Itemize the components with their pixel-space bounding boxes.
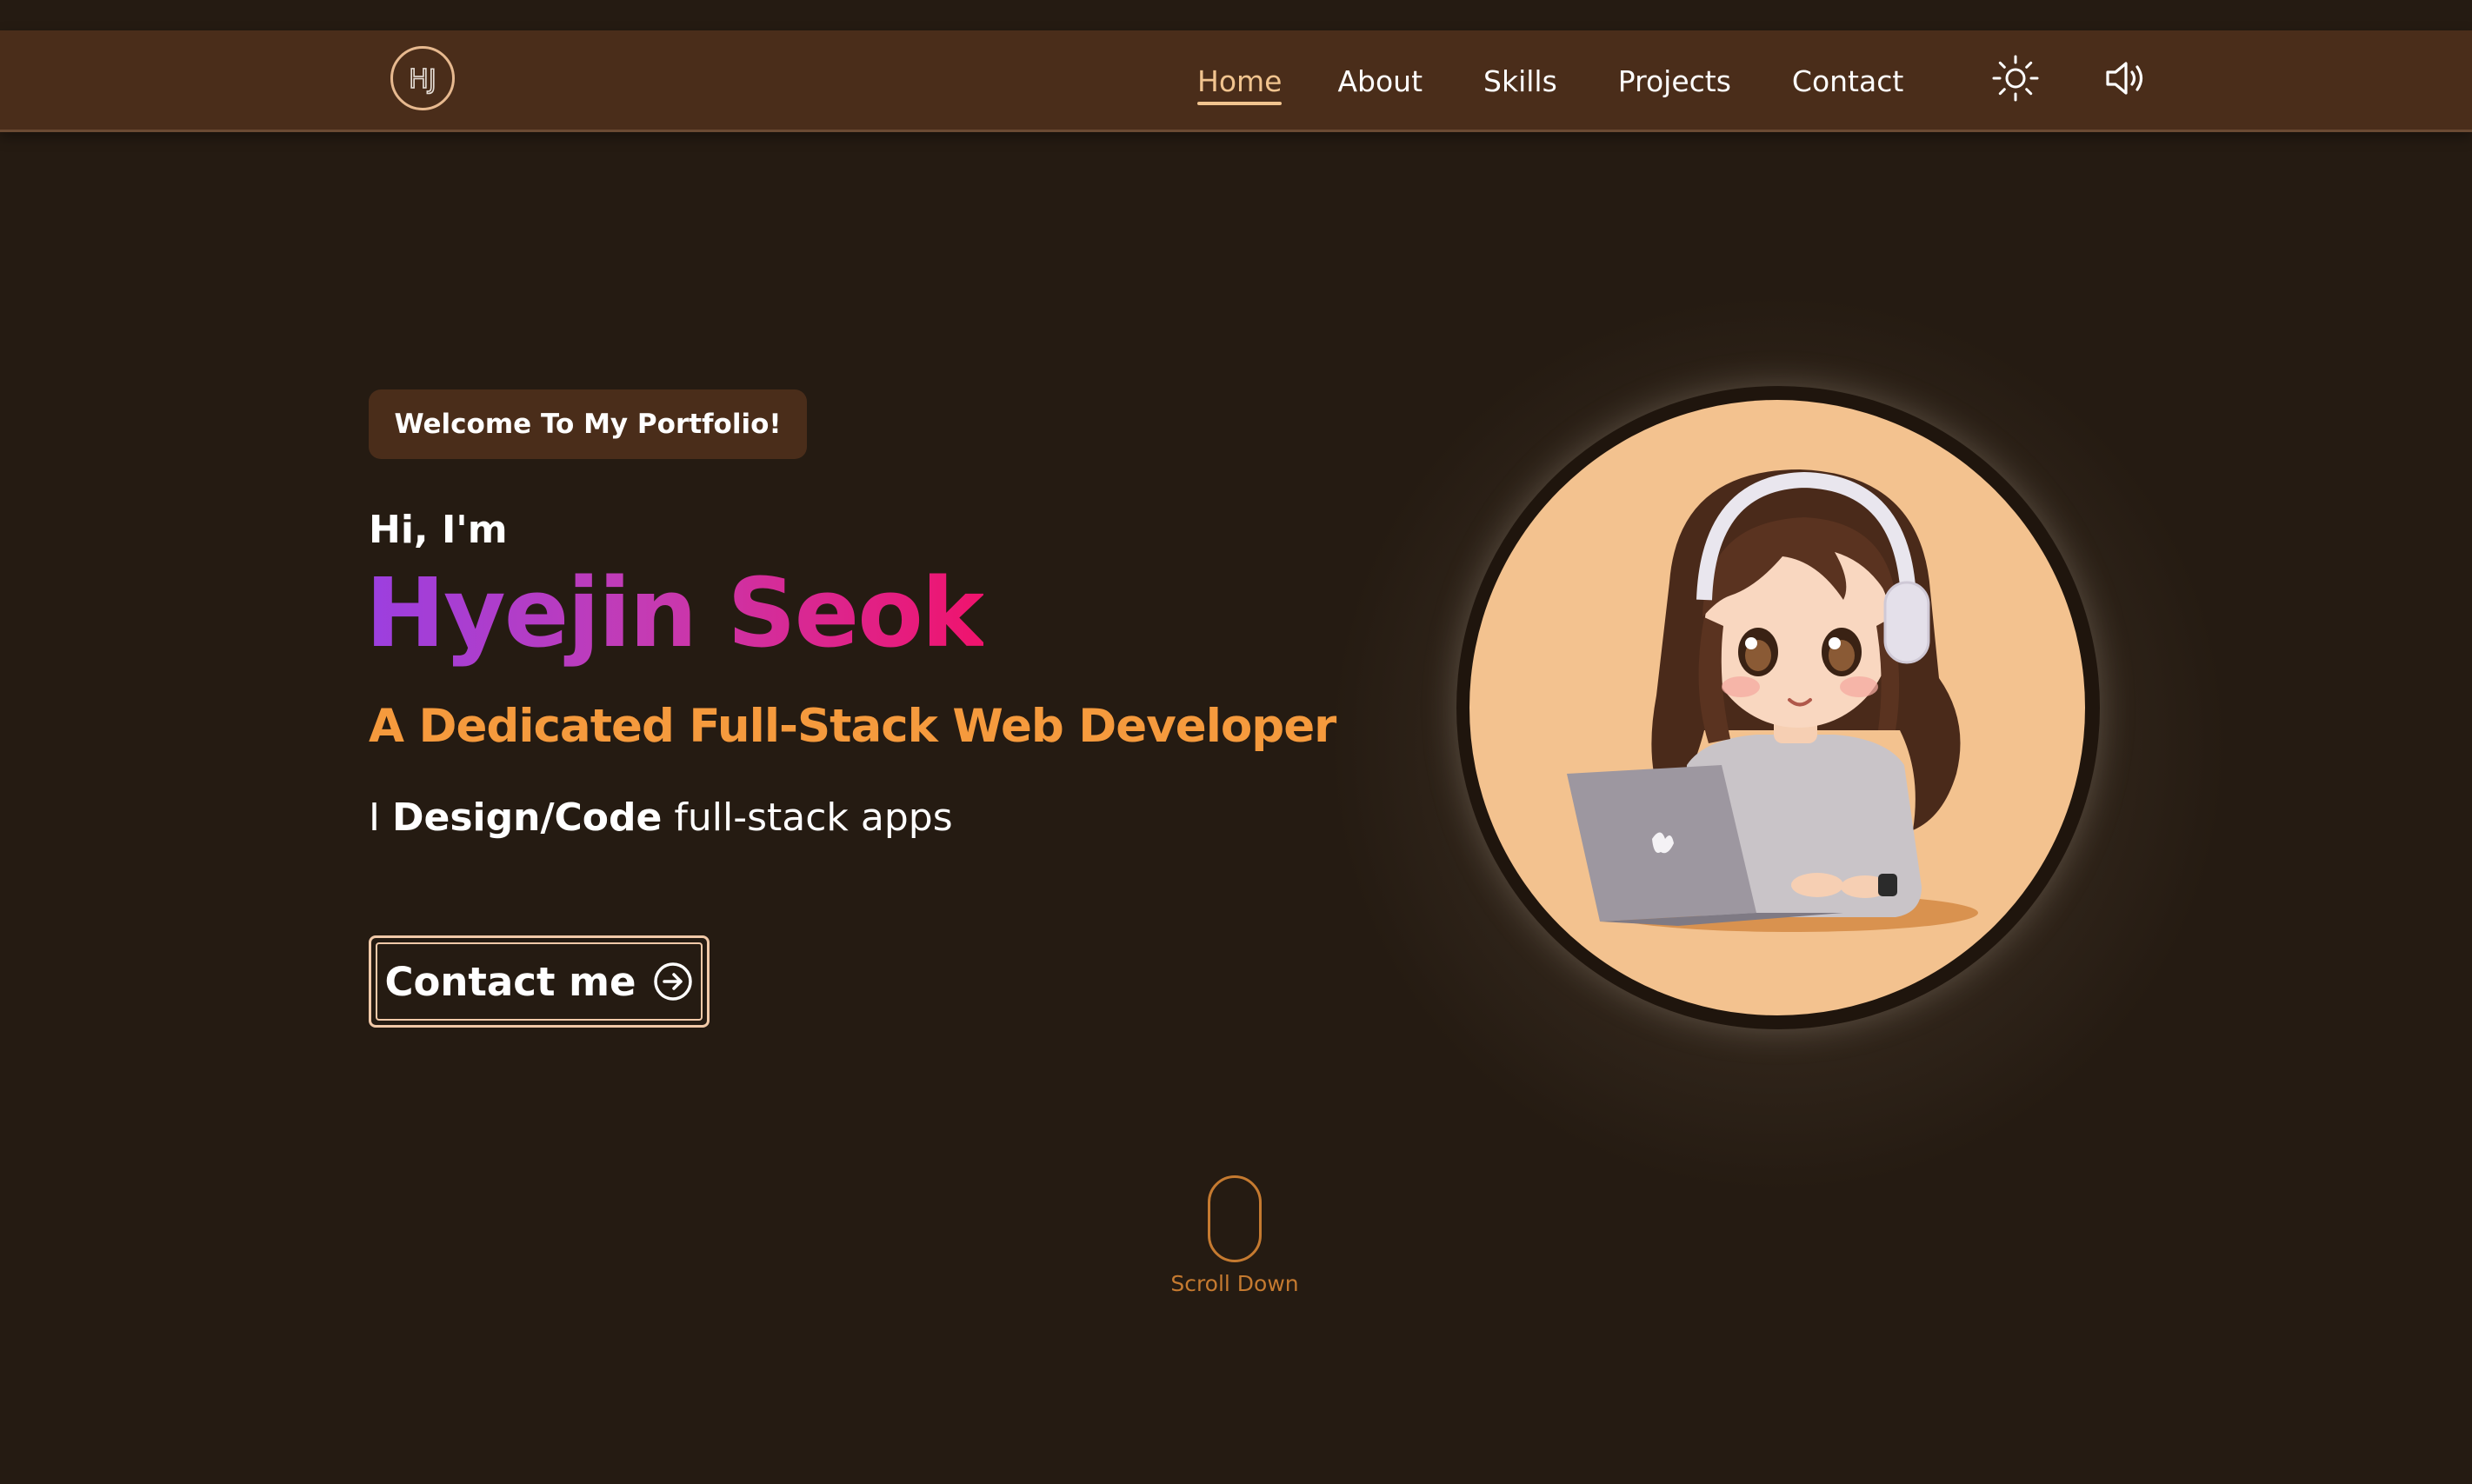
nav-projects[interactable]: Projects xyxy=(1618,57,1731,107)
tagline-suffix: full-stack apps xyxy=(674,795,953,840)
sun-icon xyxy=(1992,55,2039,102)
top-strip xyxy=(0,0,2472,30)
nav-about[interactable]: About xyxy=(1337,57,1423,107)
scroll-down-mouse-icon[interactable] xyxy=(1208,1175,1262,1262)
hero-role: A Dedicated Full-Stack Web Developer xyxy=(369,700,1336,753)
hero-name: Hyejin Seok xyxy=(365,557,985,669)
speaker-icon xyxy=(2106,62,2143,95)
contact-me-label: Contact me xyxy=(384,958,636,1005)
logo-letters: HJ xyxy=(409,64,436,95)
scroll-down-label: Scroll Down xyxy=(1170,1271,1299,1296)
nav-skills[interactable]: Skills xyxy=(1483,57,1557,107)
developer-avatar-illustration xyxy=(1567,469,1978,932)
logo[interactable]: HJ xyxy=(390,46,455,110)
hj-logo-icon: HJ xyxy=(408,63,436,96)
theme-toggle-button[interactable] xyxy=(1989,52,2042,104)
contact-me-button[interactable]: Contact me xyxy=(369,935,710,1028)
tagline-prefix: I xyxy=(369,795,380,840)
nav-contact[interactable]: Contact xyxy=(1792,57,1903,107)
arrow-right-circle-icon xyxy=(652,961,694,1002)
avatar xyxy=(1469,400,2085,1015)
nav-links: Home About Skills Projects Contact xyxy=(1197,57,1903,107)
welcome-badge: Welcome To My Portfolio! xyxy=(369,389,807,459)
nav-home[interactable]: Home xyxy=(1197,57,1283,107)
sound-toggle-button[interactable] xyxy=(2099,52,2151,104)
hero-tagline: I Design/Code full-stack apps xyxy=(369,795,953,840)
tagline-bold: Design/Code xyxy=(391,795,663,840)
navbar: HJ Home About Skills Projects Contact xyxy=(0,30,2472,132)
portfolio-page: HJ Home About Skills Projects Contact We… xyxy=(0,0,2472,1484)
greeting: Hi, I'm xyxy=(369,508,508,552)
